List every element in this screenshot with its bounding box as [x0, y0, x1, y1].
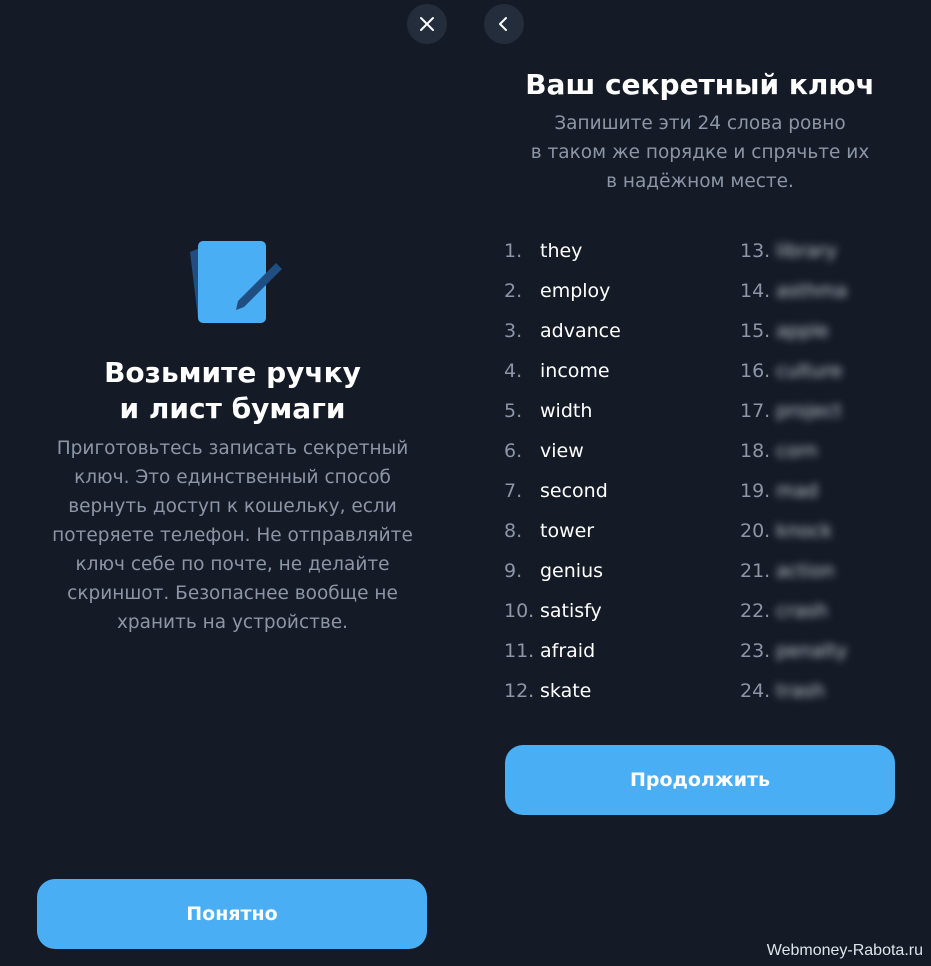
- seed-word: penalty: [776, 640, 848, 662]
- seed-word-item: 10. satisfy: [504, 591, 724, 631]
- seed-word-number: 13.: [740, 240, 771, 262]
- seed-word-number: 23.: [740, 640, 771, 662]
- seed-word: skate: [540, 680, 592, 702]
- page-title: Возьмите ручку и лист бумаги: [104, 356, 361, 425]
- seed-words-list-left: 1. they 2. employ 3. advance 4. income 5. width 6.…: [504, 231, 724, 711]
- seed-word-number: 6.: [504, 440, 523, 462]
- seed-word-item: 21. action: [740, 551, 931, 591]
- seed-word: afraid: [540, 640, 596, 662]
- continue-button[interactable]: Продолжить: [505, 745, 895, 815]
- seed-word: advance: [540, 320, 621, 342]
- seed-word-item: 12. skate: [504, 671, 724, 711]
- seed-word-item: 18. corn: [740, 431, 931, 471]
- seed-word: tower: [540, 520, 595, 542]
- seed-word-number: 9.: [504, 560, 523, 582]
- seed-word-number: 8.: [504, 520, 523, 542]
- seed-word: width: [540, 400, 593, 422]
- seed-word-item: 2. employ: [504, 271, 724, 311]
- seed-word: employ: [540, 280, 611, 302]
- seed-word: library: [776, 240, 838, 262]
- seed-word: genius: [540, 560, 604, 582]
- seed-word-item: 3. advance: [504, 311, 724, 351]
- seed-word-item: 11. afraid: [504, 631, 724, 671]
- secret-key-subtitle: Запишите эти 24 слова ровно в таком же п…: [530, 113, 870, 192]
- seed-word-number: 12.: [504, 680, 535, 702]
- seed-word: satisfy: [540, 600, 602, 622]
- seed-word: project: [776, 400, 842, 422]
- seed-word-item: 14. asthma: [740, 271, 931, 311]
- seed-word-item: 17. project: [740, 391, 931, 431]
- seed-word-item: 19. mad: [740, 471, 931, 511]
- seed-word: trash: [776, 680, 825, 702]
- got-it-button[interactable]: Понятно: [37, 879, 427, 949]
- seed-word: crash: [776, 600, 828, 622]
- seed-word-item: 4. income: [504, 351, 724, 391]
- seed-word: asthma: [776, 280, 848, 302]
- seed-word-item: 5. width: [504, 391, 724, 431]
- seed-word-number: 24.: [740, 680, 771, 702]
- seed-word-item: 8. tower: [504, 511, 724, 551]
- seed-word: culture: [776, 360, 843, 382]
- seed-word-number: 5.: [504, 400, 523, 422]
- seed-word: view: [540, 440, 584, 462]
- seed-word-number: 17.: [740, 400, 771, 422]
- seed-word-number: 11.: [504, 640, 535, 662]
- seed-word-number: 15.: [740, 320, 771, 342]
- seed-word-item: 22. crash: [740, 591, 931, 631]
- seed-word-number: 10.: [504, 600, 535, 622]
- seed-word: they: [540, 240, 583, 262]
- seed-word-item: 16. culture: [740, 351, 931, 391]
- seed-word-number: 1.: [504, 240, 523, 262]
- seed-word-number: 21.: [740, 560, 771, 582]
- seed-word-number: 14.: [740, 280, 771, 302]
- seed-word-item: 6. view: [504, 431, 724, 471]
- seed-word: second: [540, 480, 608, 502]
- seed-word-item: 24. trash: [740, 671, 931, 711]
- seed-word-number: 22.: [740, 600, 771, 622]
- chevron-left-icon: [499, 17, 507, 31]
- seed-word-item: 15. apple: [740, 311, 931, 351]
- seed-word-number: 3.: [504, 320, 523, 342]
- seed-word-number: 18.: [740, 440, 771, 462]
- instructions-text: Приготовьтесь записать секретный ключ. Э…: [52, 438, 413, 633]
- seed-word-item: 1. they: [504, 231, 724, 271]
- seed-word: knock: [776, 520, 833, 542]
- seed-word-number: 4.: [504, 360, 523, 382]
- seed-word-item: 9. genius: [504, 551, 724, 591]
- back-button[interactable]: [484, 4, 524, 44]
- secret-key-title: Ваш секретный ключ: [525, 68, 875, 101]
- watermark: Webmoney-Rabota.ru: [766, 942, 923, 959]
- seed-word-number: 16.: [740, 360, 771, 382]
- seed-word-number: 19.: [740, 480, 771, 502]
- seed-word-item: 23. penalty: [740, 631, 931, 671]
- seed-word-number: 2.: [504, 280, 523, 302]
- seed-word: action: [776, 560, 835, 582]
- seed-word-item: 7. second: [504, 471, 724, 511]
- seed-word-item: 13. library: [740, 231, 931, 271]
- seed-word-number: 7.: [504, 480, 523, 502]
- seed-words-list-right: 13. library 14. asthma 15. apple 16. culture 17.…: [740, 231, 931, 711]
- seed-word-item: 20. knock: [740, 511, 931, 551]
- instructions-panel: Возьмите ручку и лист бумаги Приготовьте…: [0, 0, 465, 966]
- seed-word: mad: [776, 480, 819, 502]
- seed-word: apple: [776, 320, 829, 342]
- seed-word: corn: [776, 440, 818, 462]
- notebook-pen-icon: [190, 241, 282, 323]
- seed-word: income: [540, 360, 610, 382]
- seed-word-number: 20.: [740, 520, 771, 542]
